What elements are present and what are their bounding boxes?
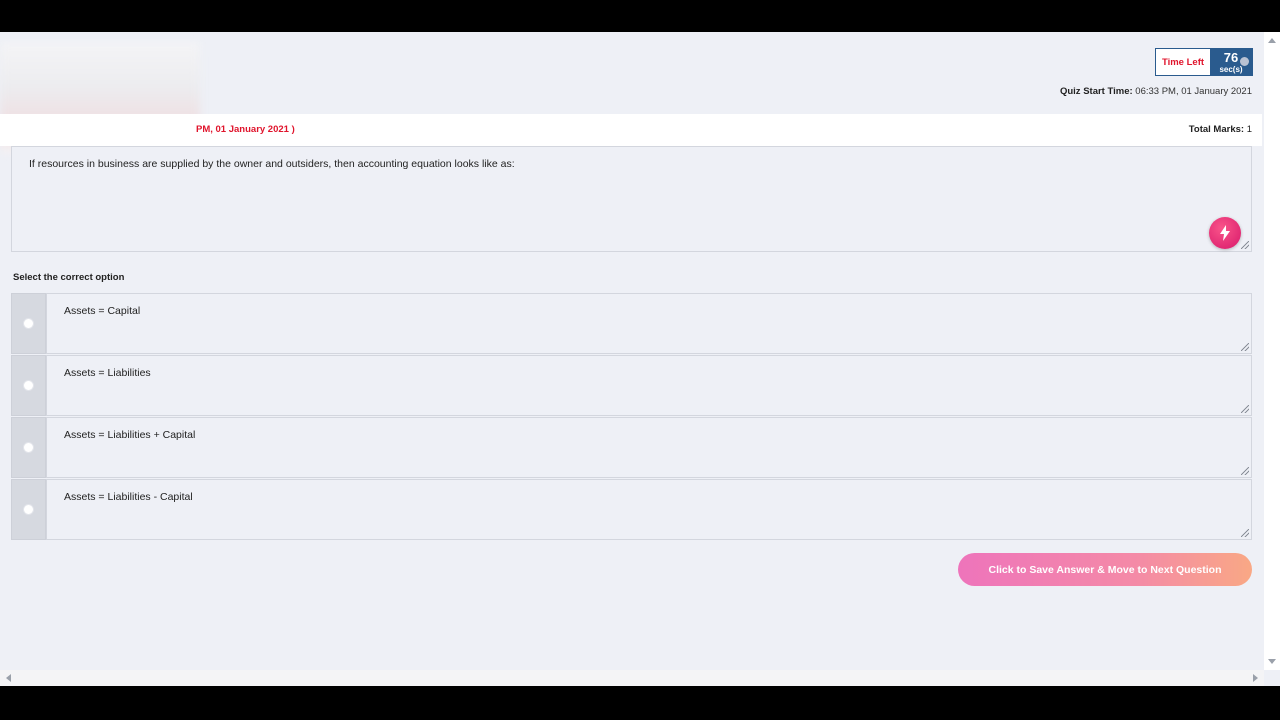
quiz-start-time: Quiz Start Time: 06:33 PM, 01 January 20… — [1060, 86, 1252, 97]
total-marks-value: 1 — [1246, 124, 1252, 135]
clock-icon — [1240, 57, 1249, 66]
option-radio-cell[interactable] — [11, 355, 46, 416]
option-text-box[interactable]: Assets = Liabilities + Capital — [46, 417, 1252, 478]
options-list: Assets = Capital Assets = Liabilities As… — [11, 293, 1252, 541]
time-left-widget: Time Left 76 sec(s) — [1155, 48, 1253, 76]
total-marks: Total Marks: 1 — [1189, 124, 1252, 135]
total-marks-label: Total Marks: — [1188, 124, 1245, 135]
option-text-box[interactable]: Assets = Liabilities — [46, 355, 1252, 416]
option-radio-cell[interactable] — [11, 293, 46, 354]
option-row[interactable]: Assets = Liabilities + Capital — [11, 417, 1252, 478]
scroll-left-icon[interactable] — [6, 674, 11, 682]
option-radio[interactable] — [23, 504, 34, 515]
option-radio[interactable] — [23, 380, 34, 391]
option-radio[interactable] — [23, 318, 34, 329]
option-radio-cell[interactable] — [11, 417, 46, 478]
quiz-page: Time Left 76 sec(s) Quiz Start Time: 06:… — [0, 32, 1280, 686]
quiz-start-value: 06:33 PM, 01 January 2021 — [1135, 86, 1252, 97]
resize-handle-icon[interactable] — [1241, 467, 1249, 475]
resize-handle-icon[interactable] — [1241, 405, 1249, 413]
scroll-right-icon[interactable] — [1253, 674, 1258, 682]
option-label: Assets = Liabilities + Capital — [64, 429, 196, 441]
vertical-scrollbar[interactable] — [1264, 32, 1280, 670]
option-row[interactable]: Assets = Capital — [11, 293, 1252, 354]
option-row[interactable]: Assets = Liabilities — [11, 355, 1252, 416]
lightning-bolt-icon[interactable] — [1209, 217, 1241, 249]
option-row[interactable]: Assets = Liabilities - Capital — [11, 479, 1252, 540]
time-left-unit: sec(s) — [1219, 65, 1243, 74]
scroll-up-icon[interactable] — [1268, 38, 1276, 43]
resize-handle-icon[interactable] — [1241, 343, 1249, 351]
option-label: Assets = Liabilities — [64, 367, 151, 379]
question-text: If resources in business are supplied by… — [29, 158, 515, 170]
time-left-value-box: 76 sec(s) — [1210, 49, 1252, 75]
option-radio[interactable] — [23, 442, 34, 453]
question-date: PM, 01 January 2021 ) — [196, 124, 295, 135]
time-left-label: Time Left — [1161, 56, 1205, 68]
quiz-start-label: Quiz Start Time: — [1059, 86, 1133, 97]
option-label: Assets = Capital — [64, 305, 141, 317]
resize-handle-icon[interactable] — [1241, 529, 1249, 537]
question-textarea[interactable]: If resources in business are supplied by… — [11, 146, 1252, 252]
resize-handle-icon[interactable] — [1241, 241, 1249, 249]
option-radio-cell[interactable] — [11, 479, 46, 540]
option-label: Assets = Liabilities - Capital — [64, 491, 193, 503]
option-text-box[interactable]: Assets = Capital — [46, 293, 1252, 354]
question-header-strip — [0, 114, 1262, 146]
option-text-box[interactable]: Assets = Liabilities - Capital — [46, 479, 1252, 540]
select-option-label: Select the correct option — [13, 272, 125, 283]
save-and-next-button[interactable]: Click to Save Answer & Move to Next Ques… — [958, 553, 1252, 586]
scroll-down-icon[interactable] — [1268, 659, 1276, 664]
horizontal-scrollbar[interactable] — [0, 670, 1264, 686]
